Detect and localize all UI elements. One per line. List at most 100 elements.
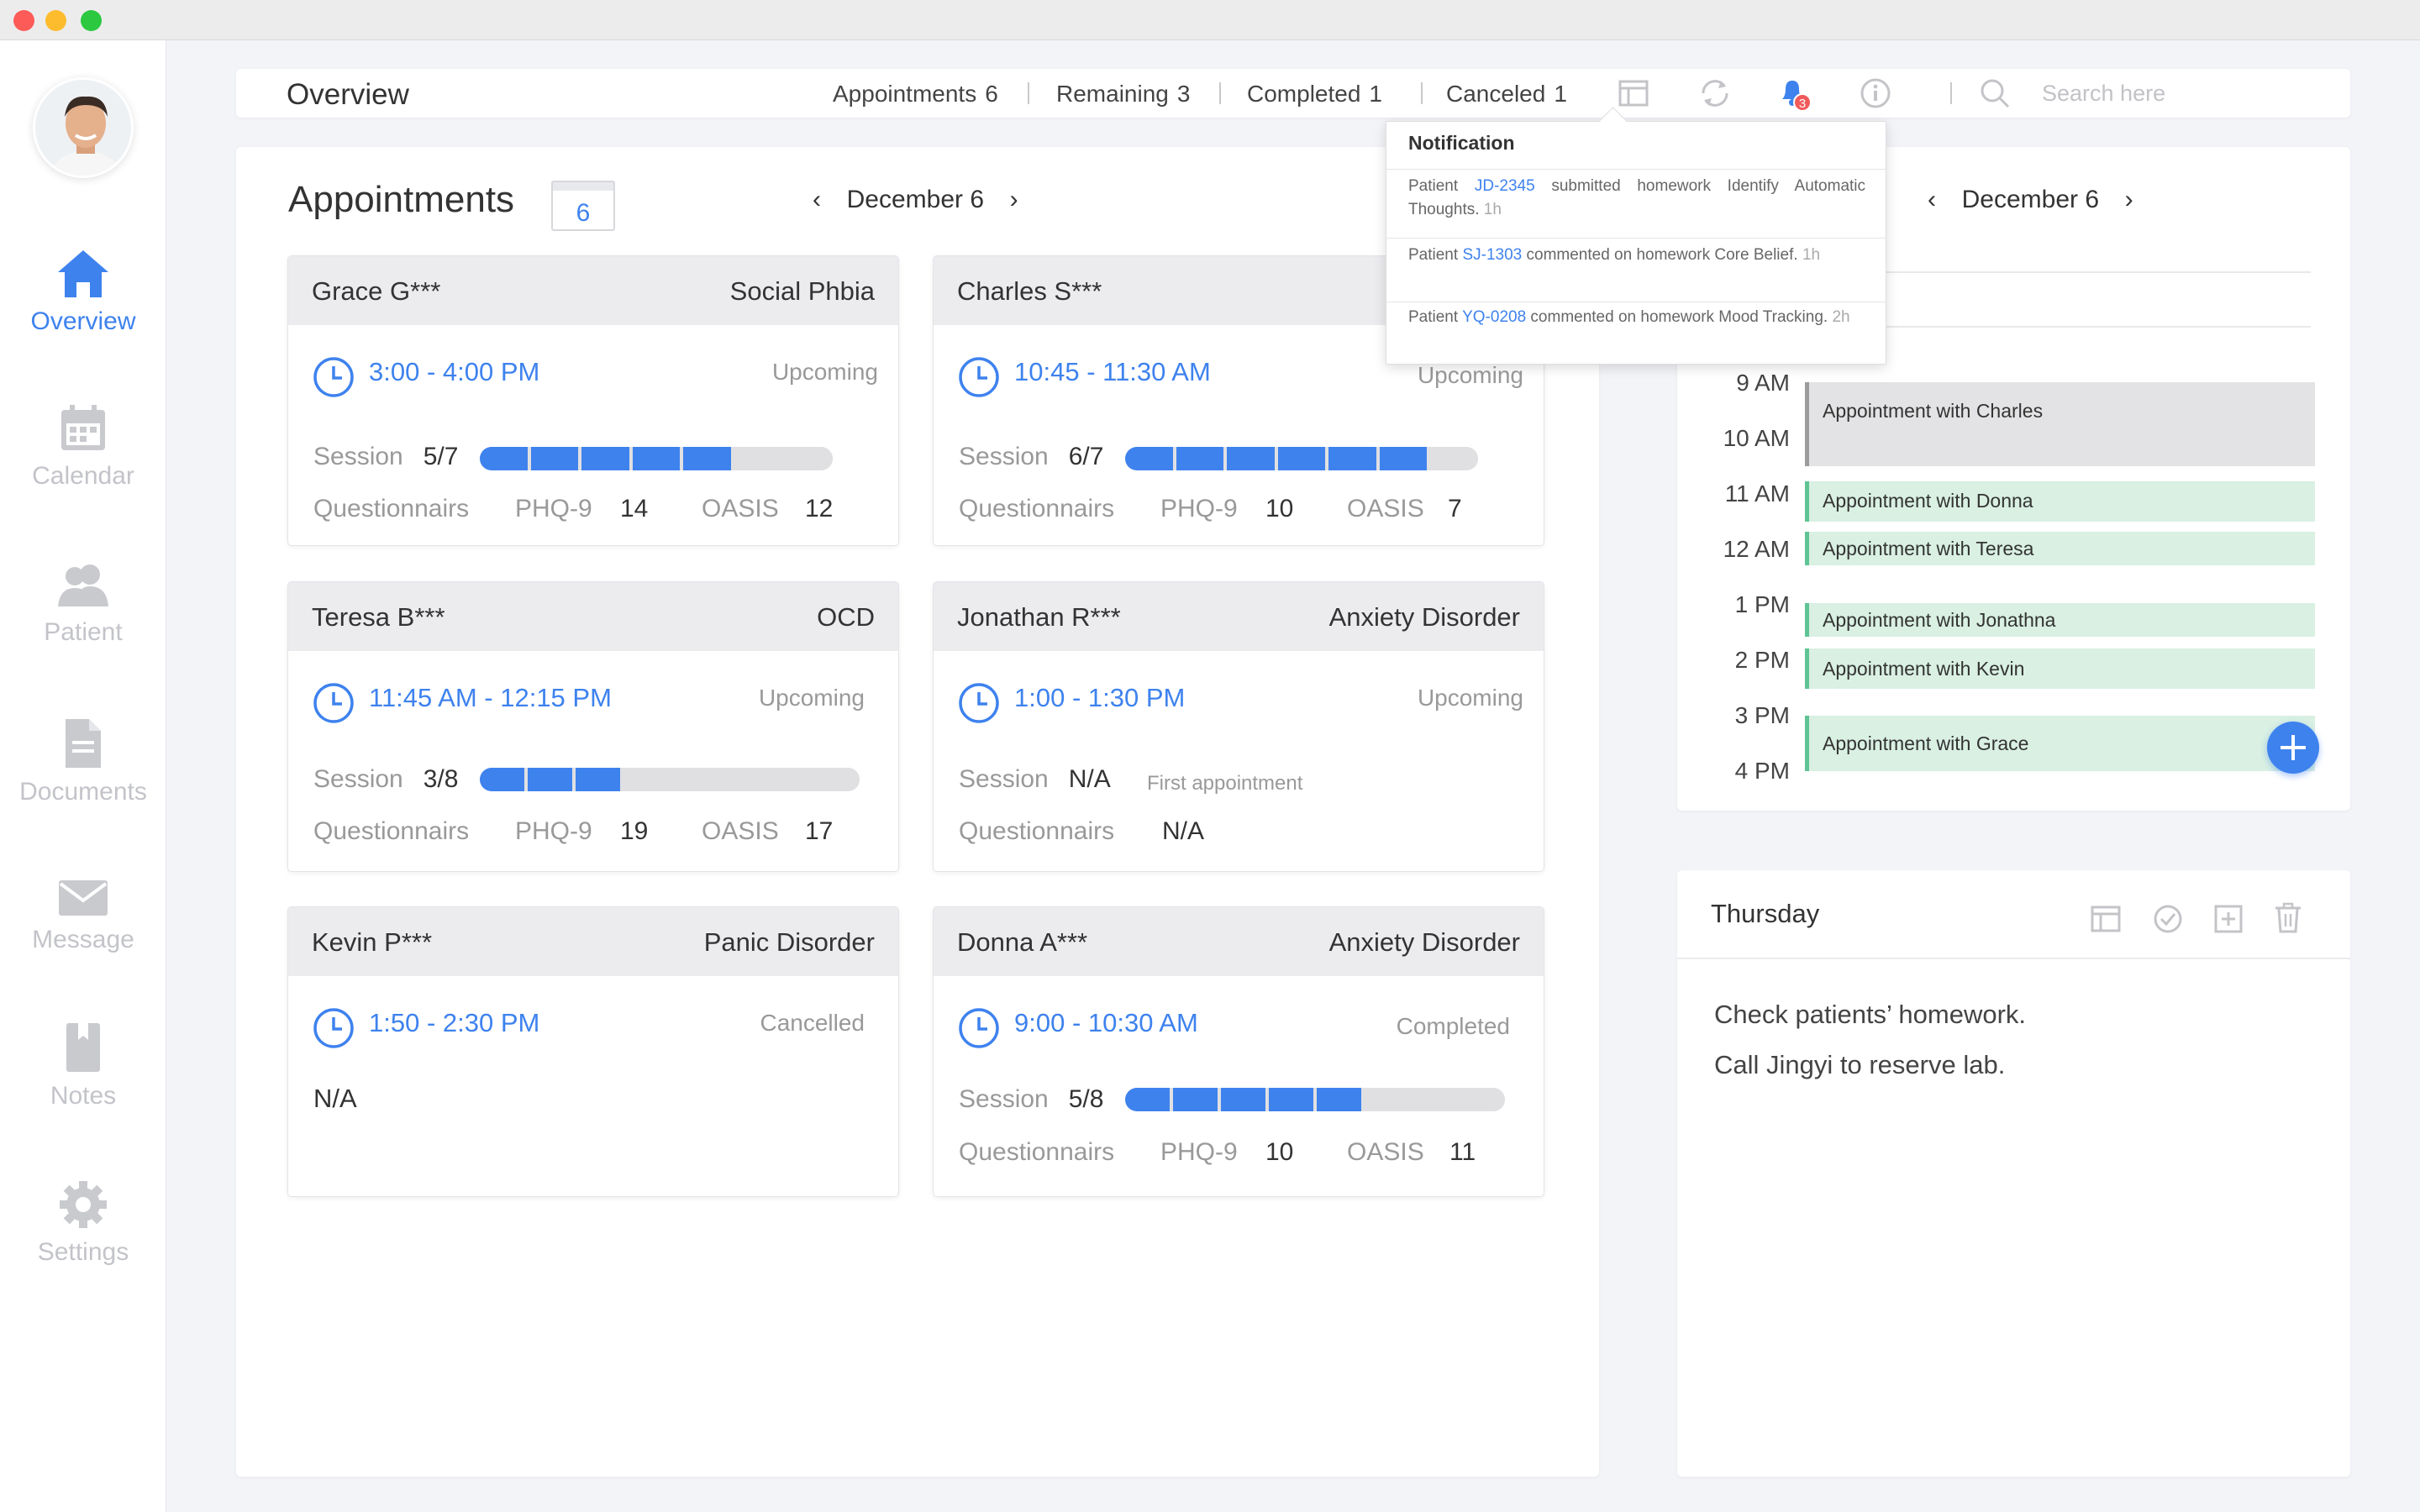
appointment-card[interactable]: Donna A*** Anxiety Disorder 9:00 - 10:30… [933,906,1544,1197]
hour-label: 1 PM [1734,591,1790,617]
nav-calendar[interactable]: Calendar [0,403,166,491]
nav-label: Calendar [32,462,134,490]
nav-message[interactable]: Message [0,877,166,954]
prev-date-button[interactable]: ‹ [1928,186,1936,213]
prev-date-button[interactable]: ‹ [813,186,821,213]
appointment-time: 3:00 - 4:00 PM [369,357,540,386]
nav-label: Settings [37,1238,129,1266]
document-icon [66,719,101,768]
layout-icon[interactable] [2091,904,2121,938]
add-note-icon[interactable] [2213,904,2244,938]
clock-icon [313,683,354,723]
refresh-icon[interactable] [1698,77,1732,113]
oasis-score: 17 [805,817,834,845]
avatar[interactable] [33,77,134,178]
minimize-window-button[interactable] [45,10,66,31]
diagnosis: Social Phbia [729,276,875,306]
note-item[interactable]: Check patients’ homework. [1714,1000,2026,1030]
info-icon[interactable] [1860,77,1891,113]
phq9-label: PHQ-9 [1160,1138,1238,1166]
patient-id-link[interactable]: YQ-0208 [1462,308,1526,326]
nav-label: Patient [44,618,123,646]
trash-icon[interactable] [2274,902,2302,938]
nav-overview[interactable]: Overview [0,249,166,336]
session-label: Session N/A [959,765,1111,793]
progress-segment [1125,1088,1170,1111]
nav-settings[interactable]: Settings [0,1179,166,1267]
layout-icon[interactable] [1618,77,1649,113]
notification-prefix: Patient [1408,308,1459,326]
nav-documents[interactable]: Documents [0,717,166,806]
stat-label: Canceled [1446,81,1546,107]
progress-segment [530,447,579,470]
search-input[interactable]: Search here [2042,81,2165,107]
check-circle-icon[interactable] [2153,904,2183,938]
oasis-score: 12 [805,495,834,522]
stat-label: Appointments [833,81,977,107]
notification-title: Notification [1408,132,1515,154]
appointment-time: 9:00 - 10:30 AM [1014,1008,1198,1037]
progress-segment [1430,447,1478,470]
search-icon[interactable] [1979,77,2011,113]
progress-segment [632,447,681,470]
gear-icon [60,1181,107,1228]
schedule-event[interactable]: Appointment with Teresa [1805,532,2315,565]
add-appointment-button[interactable] [2267,722,2319,774]
avatar-photo [35,80,131,176]
appointment-card[interactable]: Grace G*** Social Phbia 3:00 - 4:00 PM U… [287,255,899,546]
status-label: Completed [1396,1013,1510,1039]
diagnosis: OCD [817,602,875,632]
notification-item[interactable]: Patient SJ-1303 commented on homework Co… [1386,238,1887,302]
oasis-score: 7 [1448,495,1462,522]
status-label: Upcoming [771,359,878,385]
notification-item[interactable]: Patient JD-2345 submitted homework Ident… [1386,169,1887,238]
zoom-window-button[interactable] [81,10,102,31]
next-date-button[interactable]: › [2125,186,2133,213]
card-header: Grace G*** Social Phbia [288,256,898,325]
clock-icon [959,357,999,397]
nav-patient[interactable]: Patient [0,563,166,647]
card-header: Donna A*** Anxiety Disorder [934,907,1544,976]
note-item[interactable]: Call Jingyi to reserve lab. [1714,1050,2005,1080]
appointment-card[interactable]: Jonathan R*** Anxiety Disorder 1:00 - 1:… [933,581,1544,872]
schedule-event[interactable]: Appointment with Charles [1805,382,2315,466]
stat-completed[interactable]: Completed 1 [1247,81,1382,108]
patient-id-link[interactable]: JD-2345 [1475,177,1535,195]
diagnosis: Panic Disorder [703,927,875,957]
notification-item[interactable]: Patient YQ-0208 commented on homework Mo… [1386,302,1887,365]
hour-label: 12 AM [1723,536,1790,562]
schedule-date-navigator: ‹ December 6 › [1928,184,2133,214]
progress-segment [1125,447,1173,470]
people-icon [58,564,108,606]
stat-canceled[interactable]: Canceled 1 [1446,81,1567,108]
appointment-card[interactable]: Teresa B*** OCD 11:45 AM - 12:15 PM Upco… [287,581,899,872]
divider [1028,82,1029,104]
patient-id-link[interactable]: SJ-1303 [1462,246,1522,264]
next-date-button[interactable]: › [1010,186,1018,213]
progress-segment [785,447,833,470]
schedule-event[interactable]: Appointment with Kevin [1805,648,2315,689]
session-count: 3/8 [423,765,459,793]
stat-value: 3 [1176,81,1191,107]
diagnosis: Anxiety Disorder [1328,602,1520,632]
schedule-event[interactable]: Appointment with Donna [1805,481,2315,522]
appointment-card[interactable]: Kevin P*** Panic Disorder 1:50 - 2:30 PM… [287,906,899,1197]
hour-label: 4 PM [1734,758,1790,784]
patient-name: Kevin P*** [312,927,433,957]
close-window-button[interactable] [13,10,34,31]
first-appointment-note: First appointment [1147,772,1303,795]
current-date: December 6 [1961,186,2100,213]
phq9-label: PHQ-9 [515,817,592,845]
stat-label: Completed [1247,81,1361,107]
card-header: Kevin P*** Panic Disorder [288,907,898,976]
oasis-label: OASIS [702,495,779,522]
appointment-time: 10:45 - 11:30 AM [1014,357,1211,386]
schedule-event[interactable]: Appointment with Jonathna [1805,603,2315,637]
stat-appointments[interactable]: Appointments 6 [833,81,998,108]
schedule-event[interactable]: Appointment with Grace [1805,716,2315,771]
stat-remaining[interactable]: Remaining 3 [1056,81,1190,108]
progress-segment [581,447,629,470]
notification-bell-icon[interactable]: 3 [1776,76,1812,117]
nav-notes[interactable]: Notes [0,1021,166,1110]
patient-name: Jonathan R*** [957,602,1121,632]
